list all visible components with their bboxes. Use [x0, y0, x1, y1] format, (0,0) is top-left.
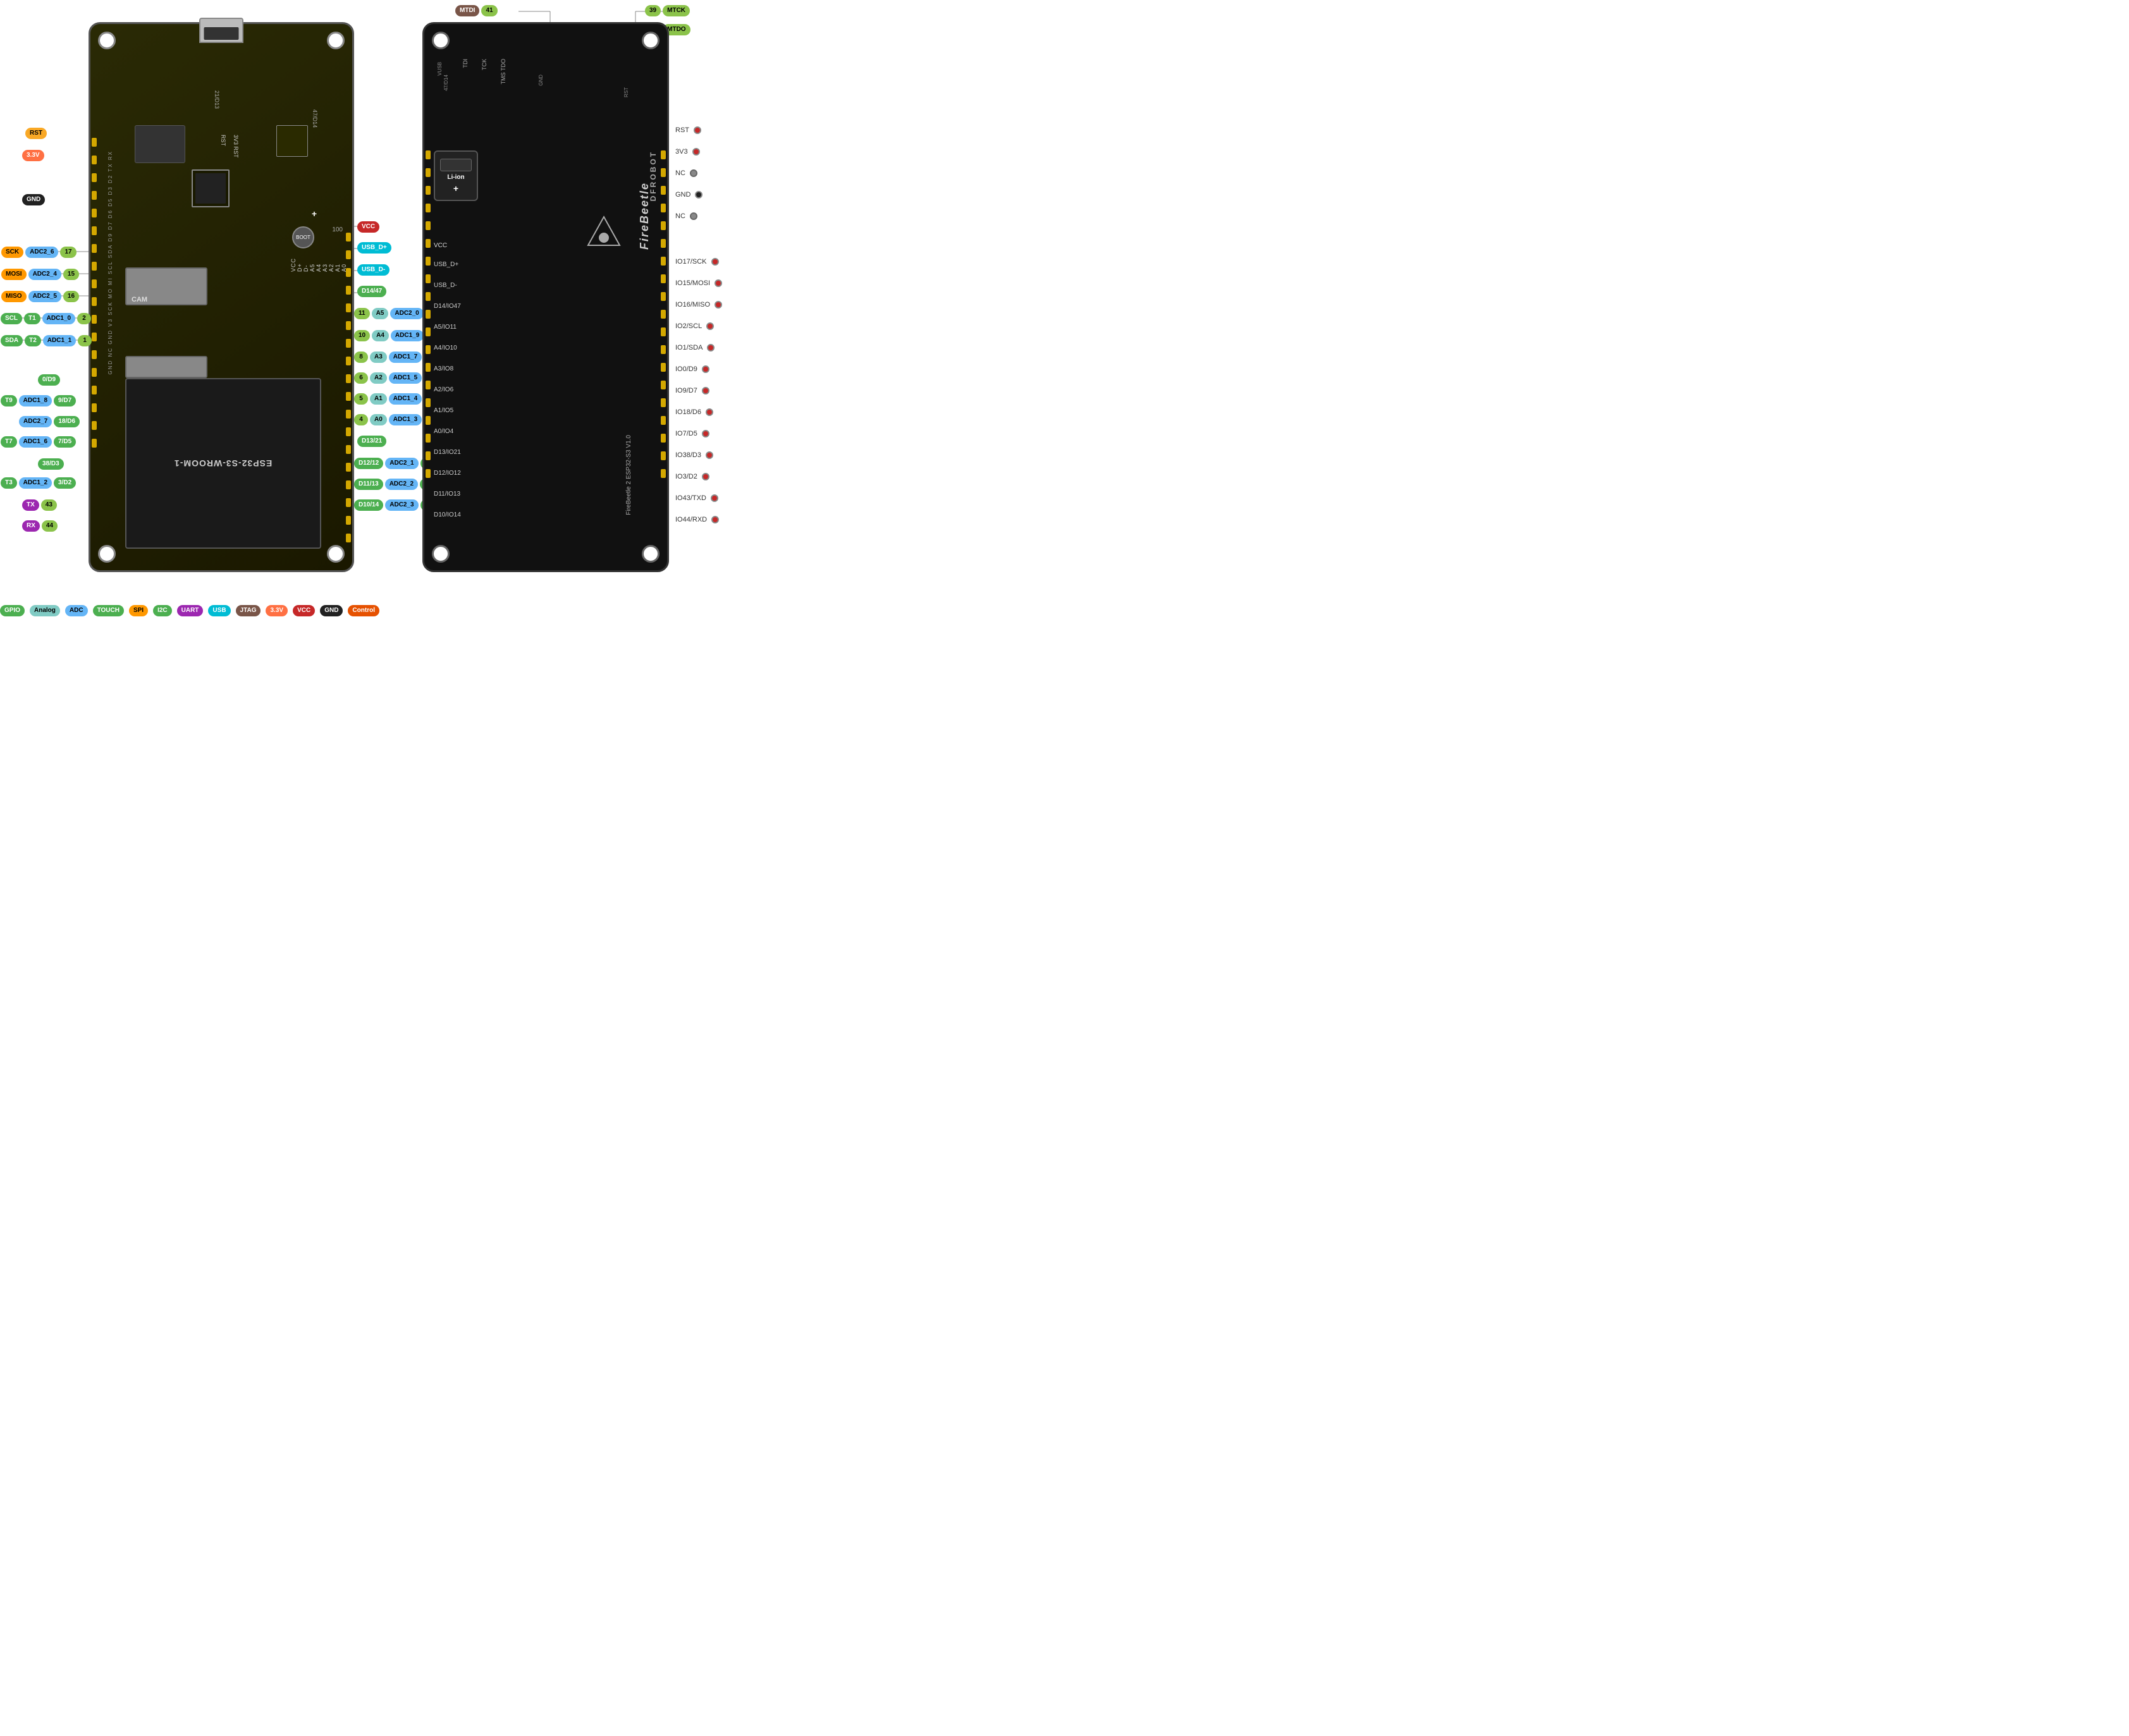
- rb-pin-io44: IO44/RXD: [675, 516, 719, 523]
- legend-vcc: VCC: [293, 605, 315, 616]
- pin-38d3: 38/D3: [38, 458, 64, 470]
- rb-pin-io43: IO43/TXD: [675, 494, 718, 502]
- pin-mtdi: MTDI 41: [455, 5, 498, 16]
- pin-gnd-left: GND: [22, 194, 45, 205]
- rb-pin-io0: IO0/D9: [675, 365, 709, 373]
- rb-pin-io18: IO18/D6: [675, 408, 713, 416]
- legend-usb: USB: [208, 605, 230, 616]
- pin-vcc-right: VCC: [357, 221, 379, 233]
- pin-9d7: T9 ADC1_8 9/D7: [1, 395, 76, 406]
- legend-gpio: GPIO: [0, 605, 25, 616]
- legend-i2c: I2C: [153, 605, 172, 616]
- pin-sck: SCK ADC2_6 17: [1, 247, 77, 258]
- legend-33v: 3.3V: [266, 605, 288, 616]
- pin-tx: TX 43: [22, 499, 57, 511]
- legend-jtag: JTAG: [236, 605, 261, 616]
- badge-rst: RST: [25, 128, 47, 139]
- pin-rst-left: RST: [25, 128, 47, 139]
- pin-usbdminus: USB_D-: [357, 264, 390, 276]
- main-container: CAM ESP32-S3-WROOM-1 BOOT 21/D13 47/D14 …: [0, 0, 759, 620]
- pin-mtck: 39 MTCK: [645, 5, 690, 16]
- pin-0d9: 0/D9: [38, 374, 60, 386]
- rb-pin-io38: IO38/D3: [675, 451, 713, 459]
- pin-sda: SDA T2 ADC1_1 1: [1, 335, 92, 346]
- legend: GPIO Analog ADC TOUCH SPI I2C UART USB J…: [0, 605, 759, 616]
- rb-pin-nc1: NC: [675, 169, 697, 177]
- rb-pin-io9: IO9/D7: [675, 387, 709, 394]
- rb-pin-nc2: NC: [675, 212, 697, 220]
- rb-pin-io2: IO2/SCL: [675, 322, 714, 330]
- rb-pin-3v3: 3V3: [675, 148, 700, 156]
- rb-pin-io1: IO1/SDA: [675, 344, 715, 351]
- right-board: TDI TCK TMS TDO VUSB GND RST 47/D14 Li-i…: [422, 22, 669, 572]
- pin-miso: MISO ADC2_5 16: [1, 291, 79, 302]
- legend-analog: Analog: [30, 605, 60, 616]
- pin-usbdplus: USB_D+: [357, 242, 391, 254]
- legend-spi: SPI: [129, 605, 148, 616]
- pin-rx: RX 44: [22, 520, 58, 532]
- rb-pin-io7: IO7/D5: [675, 430, 709, 437]
- pin-mosi: MOSI ADC2_4 15: [1, 269, 79, 280]
- rb-pin-gnd: GND: [675, 191, 703, 199]
- pin-scl: SCL T1 ADC1_0 2: [1, 313, 91, 324]
- legend-uart: UART: [177, 605, 204, 616]
- legend-adc: ADC: [65, 605, 88, 616]
- pin-d1447: D14/47: [357, 286, 386, 297]
- rb-pin-io15: IO15/MOSI: [675, 279, 722, 287]
- pin-d1321: D13/21: [357, 436, 386, 447]
- rb-pin-io16: IO16/MISO: [675, 301, 722, 309]
- rb-pin-io17: IO17/SCK: [675, 258, 719, 266]
- rb-pin-io3: IO3/D2: [675, 473, 709, 480]
- left-board: CAM ESP32-S3-WROOM-1 BOOT 21/D13 47/D14 …: [89, 22, 354, 572]
- legend-gnd: GND: [320, 605, 343, 616]
- esp-module-text: ESP32-S3-WROOM-1: [174, 458, 272, 468]
- pin-3d2: T3 ADC1_2 3/D2: [1, 477, 76, 489]
- badge-gnd: GND: [22, 194, 45, 205]
- pin-7d5: T7 ADC1_6 7/D5: [1, 436, 76, 448]
- badge-33v: 3.3V: [22, 150, 44, 161]
- legend-control: Control: [348, 605, 379, 616]
- pin-33v-left: 3.3V: [22, 150, 44, 161]
- rb-pin-rst: RST: [675, 126, 701, 134]
- legend-touch: TOUCH: [93, 605, 124, 616]
- pin-18d6: ADC2_7 18/D6: [19, 416, 80, 427]
